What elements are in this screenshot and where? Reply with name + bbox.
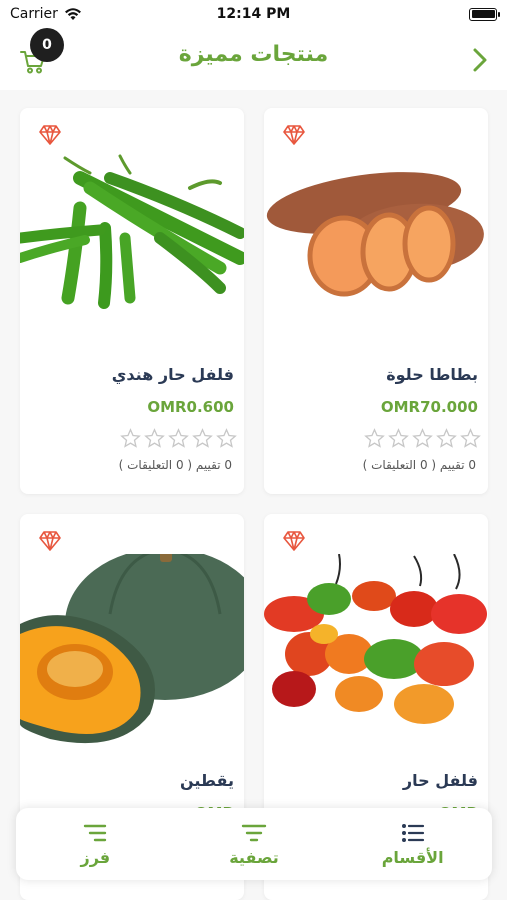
carrier-label: Carrier (10, 6, 58, 22)
star-icon (120, 428, 141, 448)
diamond-icon[interactable] (38, 530, 62, 552)
rating-stars (120, 428, 237, 449)
wifi-icon (64, 7, 81, 20)
product-image[interactable] (20, 554, 244, 754)
star-icon (460, 428, 481, 448)
status-bar: Carrier 12:14 PM (0, 0, 507, 28)
sort-icon (84, 824, 107, 841)
battery-icon (469, 7, 500, 21)
star-icon (364, 428, 385, 448)
product-card[interactable]: بطاطا حلوة OMR70.000 0 تقييم ( 0 التعليق… (264, 108, 488, 494)
filter-button[interactable]: تصفية (194, 822, 314, 867)
rating-text: 0 تقييم ( 0 التعليقات ) (118, 458, 232, 472)
product-image[interactable] (264, 554, 488, 754)
diamond-icon[interactable] (282, 124, 306, 146)
filter-label: تصفية (229, 847, 279, 867)
bottom-action-bar: فرز تصفية الأقسام (16, 808, 492, 880)
list-icon (401, 823, 424, 842)
diamond-icon[interactable] (38, 124, 62, 146)
star-icon (144, 428, 165, 448)
star-icon (216, 428, 237, 448)
sort-button[interactable]: فرز (35, 822, 155, 867)
diamond-icon[interactable] (282, 530, 306, 552)
product-price: OMR0.600 (147, 398, 234, 416)
back-button[interactable] (469, 46, 491, 74)
filter-icon (241, 824, 267, 841)
product-image[interactable] (264, 148, 488, 348)
product-name[interactable]: فلفل حار هندي (112, 365, 234, 384)
sort-label: فرز (80, 847, 111, 867)
star-icon (168, 428, 189, 448)
star-icon (388, 428, 409, 448)
star-icon (436, 428, 457, 448)
product-image[interactable] (20, 148, 244, 348)
star-icon (192, 428, 213, 448)
header: 0 منتجات مميزة (0, 28, 507, 90)
product-name[interactable]: يقطين (180, 771, 234, 790)
rating-stars (364, 428, 481, 449)
categories-button[interactable]: الأقسام (353, 822, 473, 867)
star-icon (412, 428, 433, 448)
page-title: منتجات مميزة (178, 42, 329, 67)
chevron-right-icon (473, 48, 487, 72)
categories-label: الأقسام (381, 847, 444, 867)
rating-text: 0 تقييم ( 0 التعليقات ) (362, 458, 476, 472)
carrier-info: Carrier (10, 6, 82, 22)
product-price: OMR70.000 (380, 398, 478, 416)
product-name[interactable]: فلفل حار (403, 771, 478, 790)
product-card[interactable]: فلفل حار هندي OMR0.600 0 تقييم ( 0 التعل… (20, 108, 244, 494)
product-name[interactable]: بطاطا حلوة (386, 365, 478, 384)
